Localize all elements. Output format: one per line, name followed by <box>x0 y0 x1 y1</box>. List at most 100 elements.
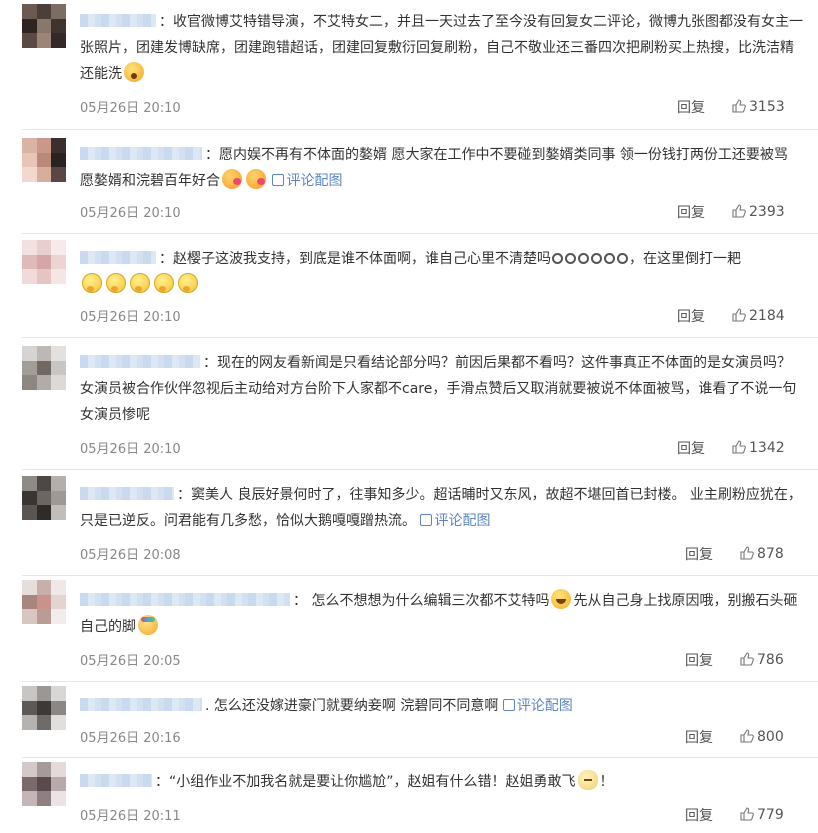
divider <box>22 757 818 758</box>
reply-button[interactable]: 回复 <box>677 438 705 458</box>
colon: . <box>205 698 210 714</box>
colon: ： <box>203 355 217 371</box>
comment-image-link[interactable]: 评论配图 <box>272 173 342 189</box>
comment-text: “小组作业不加我名就是要让你尴尬”，赵姐有什么错！赵姐勇敢飞 <box>169 774 576 790</box>
comment-body: ：收官微博艾特错导演，不艾特女二，并且一天过去了至今没有回复女二评论，微博九张图… <box>80 9 804 87</box>
comment-time: 05月26日 20:10 <box>80 442 181 457</box>
username[interactable] <box>80 774 152 787</box>
comment-body: ：“小组作业不加我名就是要让你尴尬”，赵姐有什么错！赵姐勇敢飞 ！ <box>80 769 804 795</box>
reply-button[interactable]: 回复 <box>685 650 713 670</box>
flower-icon <box>565 253 576 264</box>
like-button[interactable]: 786 <box>740 652 784 668</box>
username[interactable] <box>80 593 290 606</box>
thumbs-up-icon <box>740 652 754 666</box>
reply-button[interactable]: 回复 <box>685 727 713 747</box>
image-icon <box>272 174 285 186</box>
comment-image-link[interactable]: 评论配图 <box>420 513 490 529</box>
comment-text: ！ <box>599 774 614 790</box>
thumbs-up-icon <box>740 807 754 821</box>
thumbs-up-icon <box>740 546 754 560</box>
like-button[interactable]: 2393 <box>732 204 785 220</box>
flower-icon <box>578 253 589 264</box>
like-count: 2393 <box>749 204 785 220</box>
thumbs-up-icon <box>732 440 746 454</box>
username[interactable] <box>80 698 202 711</box>
cheering-face-icon <box>138 615 158 635</box>
like-button[interactable]: 3153 <box>732 99 785 115</box>
thumbs-up-icon <box>732 308 746 322</box>
like-count: 1342 <box>749 440 785 456</box>
username[interactable] <box>80 355 200 368</box>
avatar[interactable] <box>22 686 66 730</box>
comment-image-link[interactable]: 评论配图 <box>502 698 573 714</box>
colon: ： <box>159 251 173 267</box>
thinking-face-icon <box>154 273 174 293</box>
username[interactable] <box>80 251 156 264</box>
like-button[interactable]: 800 <box>740 729 784 745</box>
thumbs-up-icon <box>740 729 754 743</box>
username[interactable] <box>80 487 174 500</box>
comment-body: . 怎么还没嫁进豪门就要纳妾啊 浣碧同不同意啊 评论配图 <box>80 693 804 719</box>
cat-face-icon <box>577 770 598 790</box>
avatar[interactable] <box>22 346 66 390</box>
reply-button[interactable]: 回复 <box>677 97 705 117</box>
comment-body: ：窦美人 良辰好景何时了，往事知多少。超话晡时又东风，故超不堪回首已封楼。 业主… <box>80 482 804 534</box>
divider <box>22 575 818 576</box>
comment-body: ：现在的网友看新闻是只看结论部分吗？前因后果都不看吗？这件事真正不体面的是女演员… <box>80 350 804 428</box>
colon: ： <box>155 774 169 790</box>
username[interactable] <box>80 14 156 27</box>
reply-button[interactable]: 回复 <box>685 544 713 564</box>
comment-body: ：赵樱子这波我支持，到底是谁不体面啊，谁自己心里不清楚吗 ，在这里倒打一耙 <box>80 246 804 298</box>
kiss-face-icon <box>246 169 266 189</box>
comment-time: 05月26日 20:08 <box>80 548 181 563</box>
thinking-face-icon <box>106 273 126 293</box>
avatar[interactable] <box>22 476 66 520</box>
like-button[interactable]: 779 <box>740 807 784 823</box>
thinking-face-icon <box>178 273 198 293</box>
comment-time: 05月26日 20:10 <box>80 206 181 221</box>
username[interactable] <box>80 147 202 160</box>
like-count: 3153 <box>749 99 785 115</box>
flower-icon <box>604 253 615 264</box>
like-count: 2184 <box>749 308 785 324</box>
like-count: 779 <box>757 807 784 823</box>
image-icon <box>420 514 433 526</box>
kiss-face-icon <box>222 169 242 189</box>
avatar[interactable] <box>22 138 66 182</box>
comment-text: ，在这里倒打一耙 <box>629 251 741 267</box>
avatar[interactable] <box>22 240 66 284</box>
colon: ： <box>159 14 173 30</box>
like-button[interactable]: 2184 <box>732 308 785 324</box>
like-button[interactable]: 1342 <box>732 440 785 456</box>
like-count: 878 <box>757 546 784 562</box>
thumbs-up-icon <box>732 99 746 113</box>
colon: ： <box>293 593 307 609</box>
avatar[interactable] <box>22 4 66 48</box>
divider <box>22 129 818 130</box>
laughing-face-icon <box>551 589 572 609</box>
comment-body: ：愿内娱不再有不体面的嫯婿 愿大家在工作中不要碰到嫯婿类同事 领一份钱打两份工还… <box>80 142 804 194</box>
reply-button[interactable]: 回复 <box>685 805 713 825</box>
avatar[interactable] <box>22 762 66 806</box>
colon: ： <box>205 147 219 163</box>
shocked-face-icon <box>124 62 144 82</box>
comment-text: 怎么还没嫁进豪门就要纳妾啊 浣碧同不同意啊 <box>213 698 499 714</box>
flower-icon <box>552 253 563 264</box>
like-button[interactable]: 878 <box>740 546 784 562</box>
comment-time: 05月26日 20:11 <box>80 809 181 824</box>
thumbs-up-icon <box>732 204 746 218</box>
comment-time: 05月26日 20:16 <box>80 731 181 746</box>
thinking-face-icon <box>130 273 150 293</box>
thinking-face-icon <box>82 273 102 293</box>
reply-button[interactable]: 回复 <box>677 306 705 326</box>
avatar[interactable] <box>22 580 66 624</box>
comment-time: 05月26日 20:10 <box>80 101 181 116</box>
comment-body: ： 怎么不想想为什么编辑三次都不艾特吗 先从自己身上找原因哦，别搬石头砸自己的脚 <box>80 588 804 640</box>
divider <box>22 337 818 338</box>
comment-text: 怎么不想想为什么编辑三次都不艾特吗 <box>311 593 550 609</box>
like-count: 800 <box>757 729 784 745</box>
divider <box>22 469 818 470</box>
reply-button[interactable]: 回复 <box>677 202 705 222</box>
comment-text: 赵樱子这波我支持，到底是谁不体面啊，谁自己心里不清楚吗 <box>173 251 551 267</box>
flower-icon <box>591 253 602 264</box>
